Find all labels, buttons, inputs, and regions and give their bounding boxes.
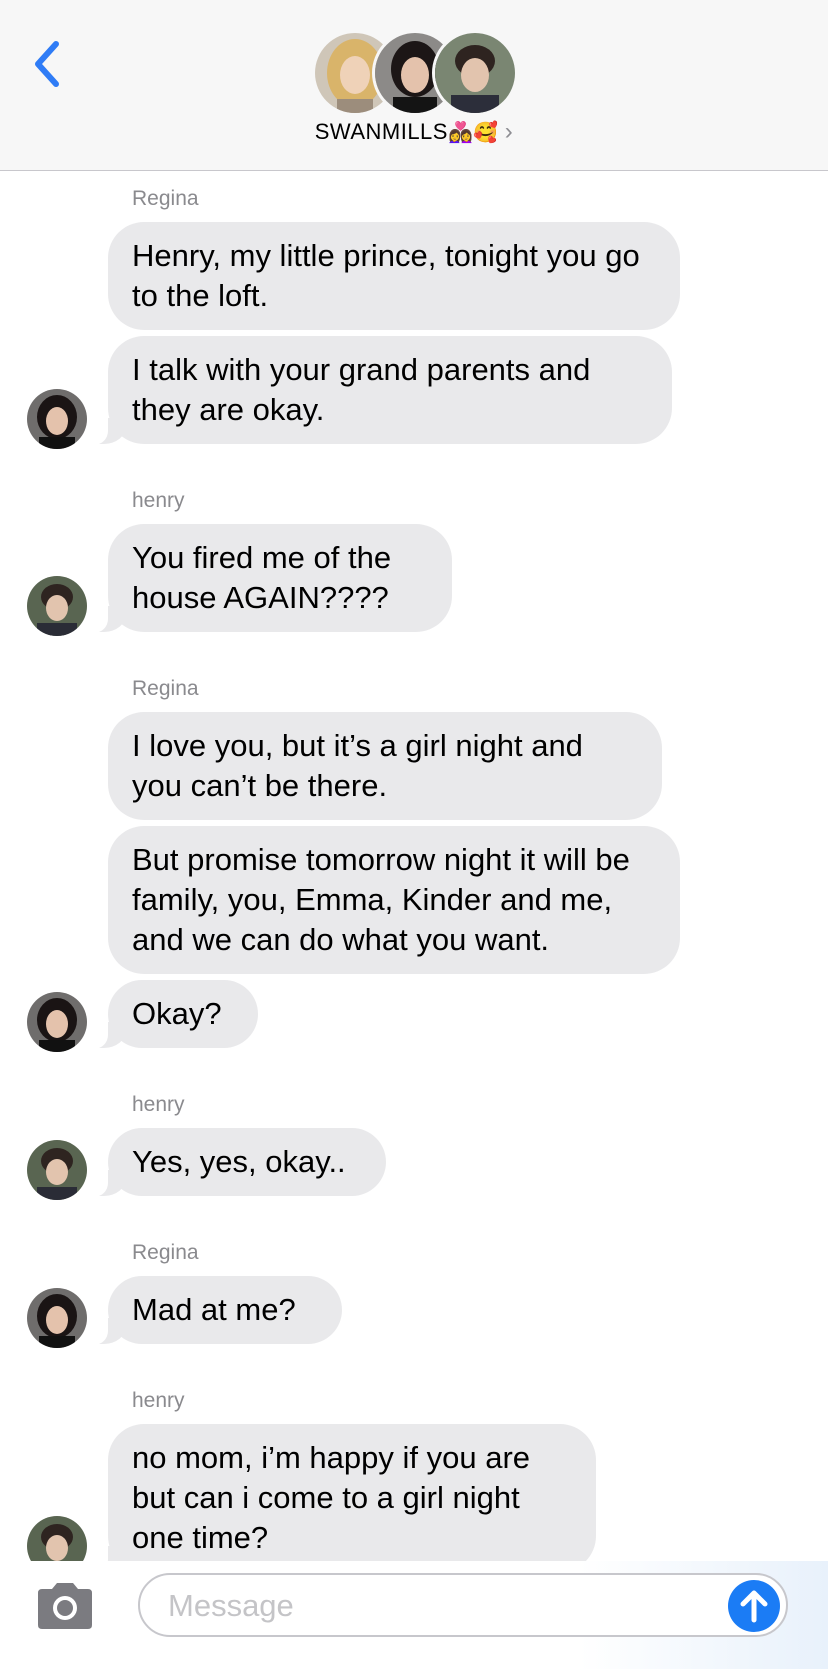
sender-name: henry	[132, 1093, 185, 1116]
conversation-header: SWANMILLS👩‍❤️‍👩🥰 ›	[0, 0, 828, 171]
message-bubble[interactable]: no mom, i’m happy if you are but can i c…	[90, 1424, 596, 1561]
message-field[interactable]	[138, 1573, 788, 1637]
back-button[interactable]	[28, 38, 68, 90]
group-title[interactable]: SWANMILLS👩‍❤️‍👩🥰 ›	[0, 118, 828, 146]
sender-name: Regina	[132, 677, 199, 700]
avatar-regina[interactable]	[27, 389, 87, 449]
message-thread[interactable]: Regina Henry, my little prince, tonight …	[0, 171, 828, 1561]
sender-name: henry	[132, 489, 185, 512]
send-button[interactable]	[728, 1580, 780, 1632]
avatar-regina[interactable]	[27, 992, 87, 1052]
avatar-henry[interactable]	[27, 1516, 87, 1561]
camera-button[interactable]	[34, 1581, 96, 1631]
message-bubble[interactable]: But promise tomorrow night it will be fa…	[108, 826, 680, 974]
message-bubble[interactable]: Yes, yes, okay..	[90, 1128, 386, 1197]
group-avatars[interactable]	[312, 30, 518, 116]
chevron-right-icon: ›	[504, 118, 514, 145]
avatar-henry	[432, 30, 518, 116]
group-emoji: 👩‍❤️‍👩🥰	[447, 122, 499, 144]
message-bubble[interactable]: Henry, my little prince, tonight you go …	[108, 222, 680, 330]
avatar-regina[interactable]	[27, 1288, 87, 1348]
avatar-henry[interactable]	[27, 1140, 87, 1200]
chevron-left-icon	[35, 41, 59, 87]
message-bubble[interactable]: Okay?	[90, 980, 258, 1049]
message-input[interactable]	[166, 1585, 690, 1627]
group-name: SWANMILLS	[314, 119, 448, 144]
message-bubble[interactable]: I love you, but it’s a girl night and yo…	[108, 712, 662, 820]
camera-icon	[38, 1583, 92, 1629]
sender-name: Regina	[132, 187, 199, 210]
message-bubble[interactable]: I talk with your grand parents and they …	[90, 336, 672, 445]
arrow-up-icon	[740, 1590, 768, 1623]
message-bubble[interactable]: Mad at me?	[90, 1276, 342, 1345]
sender-name: henry	[132, 1389, 185, 1412]
avatar-henry[interactable]	[27, 576, 87, 636]
compose-bar	[0, 1561, 828, 1669]
message-bubble[interactable]: You fired me of the house AGAIN????	[90, 524, 452, 633]
sender-name: Regina	[132, 1241, 199, 1264]
